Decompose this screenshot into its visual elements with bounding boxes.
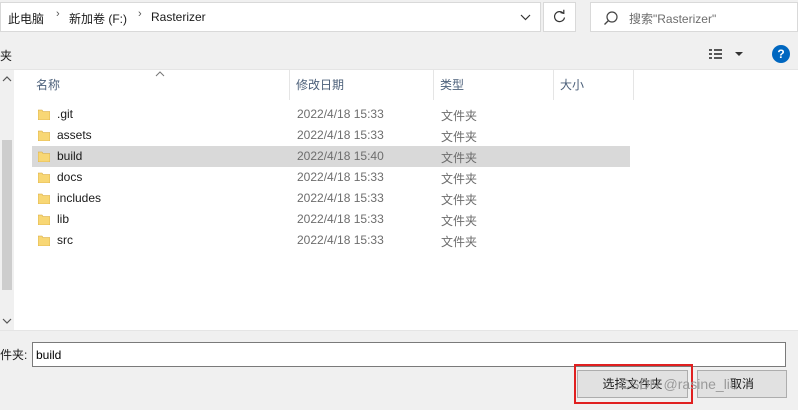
refresh-button[interactable]: [543, 2, 576, 32]
column-header-type[interactable]: 类型: [434, 70, 554, 100]
file-name: build: [57, 149, 83, 163]
file-row[interactable]: includes 2022/4/18 15:33 文件夹: [32, 188, 630, 209]
folder-icon: [38, 214, 50, 225]
file-name: .git: [57, 107, 74, 121]
dropdown-arrow-icon: [735, 52, 743, 56]
file-type: 文件夹: [441, 151, 478, 165]
file-row[interactable]: docs 2022/4/18 15:33 文件夹: [32, 167, 630, 188]
file-type: 文件夹: [441, 109, 478, 123]
folder-icon: [38, 151, 50, 162]
file-modified-date: 2022/4/18 15:33: [297, 212, 384, 226]
file-name: src: [57, 233, 73, 247]
toolbar-new-folder-fragment[interactable]: 夹: [0, 47, 12, 64]
search-icon: [604, 11, 618, 25]
column-header-date[interactable]: 修改日期: [290, 70, 434, 100]
folder-icon: [38, 130, 50, 141]
sort-ascending-icon: [155, 71, 165, 77]
address-bar[interactable]: 此电脑 › 新加卷 (F:) › Rasterizer: [0, 2, 541, 32]
file-modified-date: 2022/4/18 15:33: [297, 107, 384, 121]
scrollbar-thumb[interactable]: [2, 140, 12, 290]
file-modified-date: 2022/4/18 15:33: [297, 191, 384, 205]
file-type: 文件夹: [441, 235, 478, 249]
file-modified-date: 2022/4/18 15:33: [297, 170, 384, 184]
chevron-down-icon: [520, 14, 531, 21]
folder-icon: [38, 172, 50, 183]
file-name: lib: [57, 212, 70, 226]
breadcrumb-this-pc[interactable]: 此电脑: [8, 10, 44, 27]
view-details-icon: [709, 49, 743, 59]
folder-icon: [38, 235, 50, 246]
watermark-text: CSDN @rasine_liu: [620, 376, 738, 392]
breadcrumb-drive-f[interactable]: 新加卷 (F:): [69, 10, 127, 27]
file-modified-date: 2022/4/18 15:40: [297, 149, 384, 163]
file-row[interactable]: src 2022/4/18 15:33 文件夹: [32, 230, 630, 251]
file-type: 文件夹: [441, 214, 478, 228]
help-button[interactable]: ?: [772, 45, 790, 63]
file-type: 文件夹: [441, 130, 478, 144]
file-name: includes: [57, 191, 102, 205]
column-header-name[interactable]: 名称: [30, 70, 290, 100]
file-row[interactable]: .git 2022/4/18 15:33 文件夹: [32, 104, 630, 125]
breadcrumb-separator[interactable]: ›: [138, 8, 142, 20]
folder-icon: [38, 193, 50, 204]
file-modified-date: 2022/4/18 15:33: [297, 233, 384, 247]
file-name: docs: [57, 170, 83, 184]
file-modified-date: 2022/4/18 15:33: [297, 128, 384, 142]
breadcrumb-separator[interactable]: ›: [56, 8, 60, 20]
refresh-icon: [553, 9, 566, 23]
breadcrumb-rasterizer[interactable]: Rasterizer: [151, 10, 206, 24]
file-type: 文件夹: [441, 193, 478, 207]
file-row[interactable]: lib 2022/4/18 15:33 文件夹: [32, 209, 630, 230]
file-type: 文件夹: [441, 172, 478, 186]
folder-icon: [38, 109, 50, 120]
scroll-up-icon[interactable]: [0, 72, 14, 86]
column-name-label: 名称: [36, 78, 61, 92]
address-history-dropdown[interactable]: [510, 2, 541, 32]
search-box[interactable]: 搜索"Rasterizer": [590, 2, 798, 32]
file-name: assets: [57, 128, 92, 142]
file-row[interactable]: build 2022/4/18 15:40 文件夹: [32, 146, 630, 167]
folder-field-label: 文件夹:: [0, 348, 28, 362]
search-placeholder: 搜索"Rasterizer": [629, 12, 717, 26]
file-row[interactable]: assets 2022/4/18 15:33 文件夹: [32, 125, 630, 146]
scroll-down-icon[interactable]: [0, 314, 14, 328]
change-view-button[interactable]: [706, 43, 746, 65]
column-header-size[interactable]: 大小: [554, 70, 634, 100]
